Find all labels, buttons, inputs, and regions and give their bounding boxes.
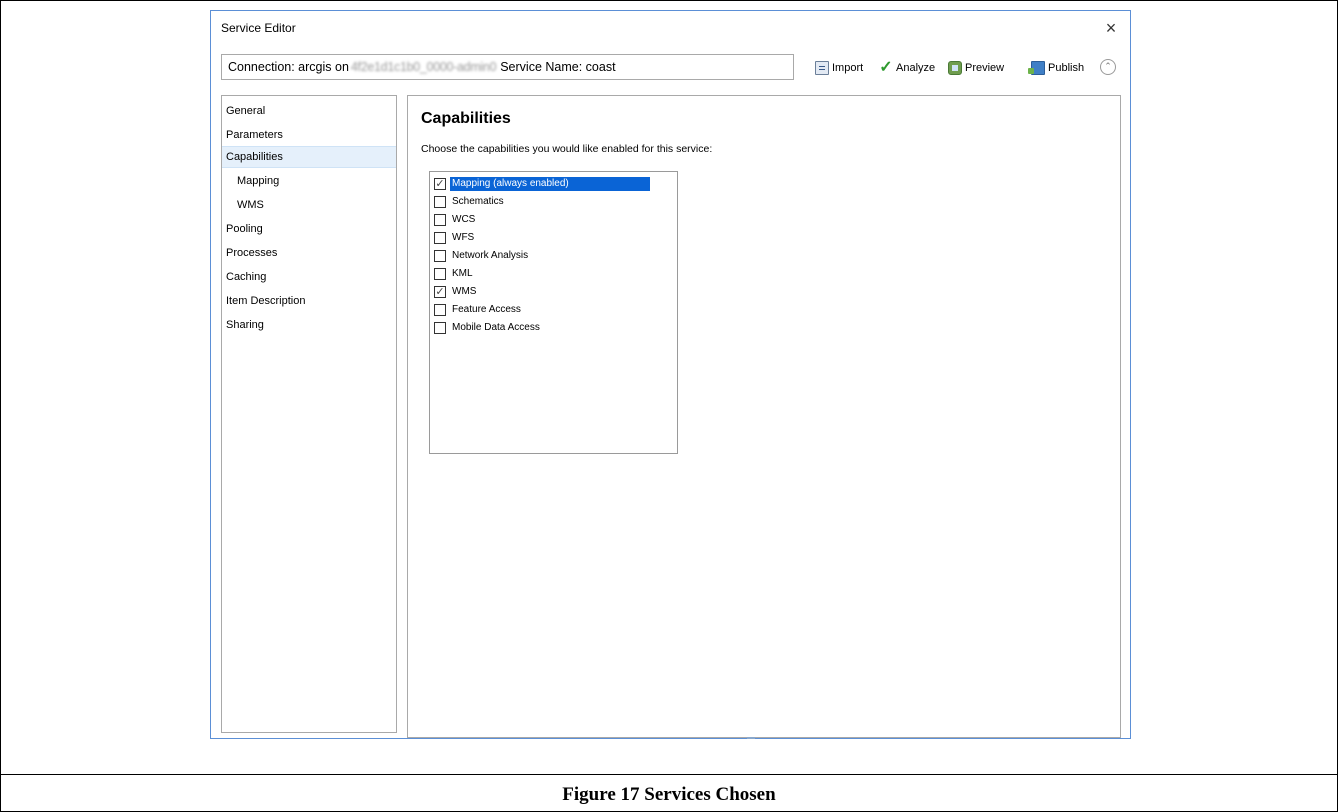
checkbox[interactable]: [434, 250, 446, 262]
publish-icon: [1028, 61, 1045, 75]
panel-heading: Capabilities: [421, 110, 511, 127]
title-bar: Service Editor ×: [211, 11, 1130, 45]
checkbox[interactable]: ✓: [434, 286, 446, 298]
capability-kml[interactable]: KML: [434, 265, 475, 283]
preview-label: Preview: [965, 62, 1005, 74]
sidebar-item-sharing[interactable]: Sharing: [222, 314, 396, 336]
checkmark-icon: ✓: [879, 59, 893, 76]
sidebar: General Parameters Capabilities Mapping …: [221, 95, 397, 733]
publish-button[interactable]: Publish: [1028, 60, 1085, 76]
capability-mapping[interactable]: ✓ Mapping (always enabled): [434, 175, 650, 193]
capability-wms[interactable]: ✓ WMS: [434, 283, 478, 301]
sidebar-item-item-description[interactable]: Item Description: [222, 290, 396, 312]
checkbox[interactable]: [434, 214, 446, 226]
close-icon[interactable]: ×: [1100, 17, 1122, 39]
connection-field: Connection: arcgis on 4f2e1d1c1b0_0000-ad…: [221, 54, 794, 80]
import-button[interactable]: Import: [815, 60, 863, 76]
checkbox[interactable]: [434, 268, 446, 280]
collapse-icon[interactable]: ⌃: [1100, 59, 1116, 75]
caption-divider: [0, 774, 1338, 775]
sidebar-item-processes[interactable]: Processes: [222, 242, 396, 264]
sidebar-item-general[interactable]: General: [222, 100, 396, 122]
import-icon: [815, 61, 829, 75]
capability-label: Schematics: [452, 196, 504, 207]
capability-label: WCS: [452, 214, 476, 225]
capability-label: WFS: [452, 232, 475, 243]
capability-label: Mobile Data Access: [452, 322, 540, 333]
capability-wcs[interactable]: WCS: [434, 211, 477, 229]
capability-schematics[interactable]: Schematics: [434, 193, 506, 211]
preview-button[interactable]: Preview: [948, 60, 1004, 76]
analyze-button[interactable]: ✓ Analyze: [879, 60, 935, 76]
connection-prefix: Connection: arcgis on: [228, 60, 349, 74]
capability-label: Network Analysis: [452, 250, 529, 261]
checkbox[interactable]: [434, 304, 446, 316]
checkbox[interactable]: [434, 232, 446, 244]
capability-label: Mapping (always enabled): [450, 177, 650, 191]
capability-label: Feature Access: [452, 304, 521, 315]
capability-feature-access[interactable]: Feature Access: [434, 301, 523, 319]
sidebar-item-capabilities[interactable]: Capabilities: [222, 146, 396, 168]
capabilities-panel: Capabilities Choose the capabilities you…: [407, 95, 1121, 738]
capability-network-analysis[interactable]: Network Analysis: [434, 247, 530, 265]
preview-icon: [948, 61, 962, 75]
sidebar-item-mapping[interactable]: Mapping: [222, 170, 396, 192]
import-label: Import: [832, 62, 864, 74]
sidebar-item-pooling[interactable]: Pooling: [222, 218, 396, 240]
checkbox[interactable]: [434, 196, 446, 208]
resize-grip[interactable]: [747, 737, 755, 739]
publish-label: Publish: [1048, 62, 1085, 74]
checkbox[interactable]: ✓: [434, 178, 446, 190]
panel-instruction: Choose the capabilities you would like e…: [421, 143, 713, 155]
capabilities-list: ✓ Mapping (always enabled) Schematics WC…: [429, 171, 678, 454]
checkbox[interactable]: [434, 322, 446, 334]
capability-wfs[interactable]: WFS: [434, 229, 476, 247]
service-name: Service Name: coast: [500, 60, 616, 74]
analyze-label: Analyze: [896, 62, 936, 74]
connection-host: 4f2e1d1c1b0_0000-admin0: [350, 60, 497, 74]
sidebar-item-caching[interactable]: Caching: [222, 266, 396, 288]
sidebar-item-parameters[interactable]: Parameters: [222, 124, 396, 146]
capability-label: KML: [452, 268, 473, 279]
service-editor-window: Service Editor × Connection: arcgis on 4f…: [210, 10, 1131, 739]
capability-mobile-data-access[interactable]: Mobile Data Access: [434, 319, 542, 337]
capability-label: WMS: [452, 286, 477, 297]
sidebar-item-wms[interactable]: WMS: [222, 194, 396, 216]
figure-caption: Figure 17 Services Chosen: [562, 784, 776, 805]
window-title: Service Editor: [221, 21, 296, 35]
